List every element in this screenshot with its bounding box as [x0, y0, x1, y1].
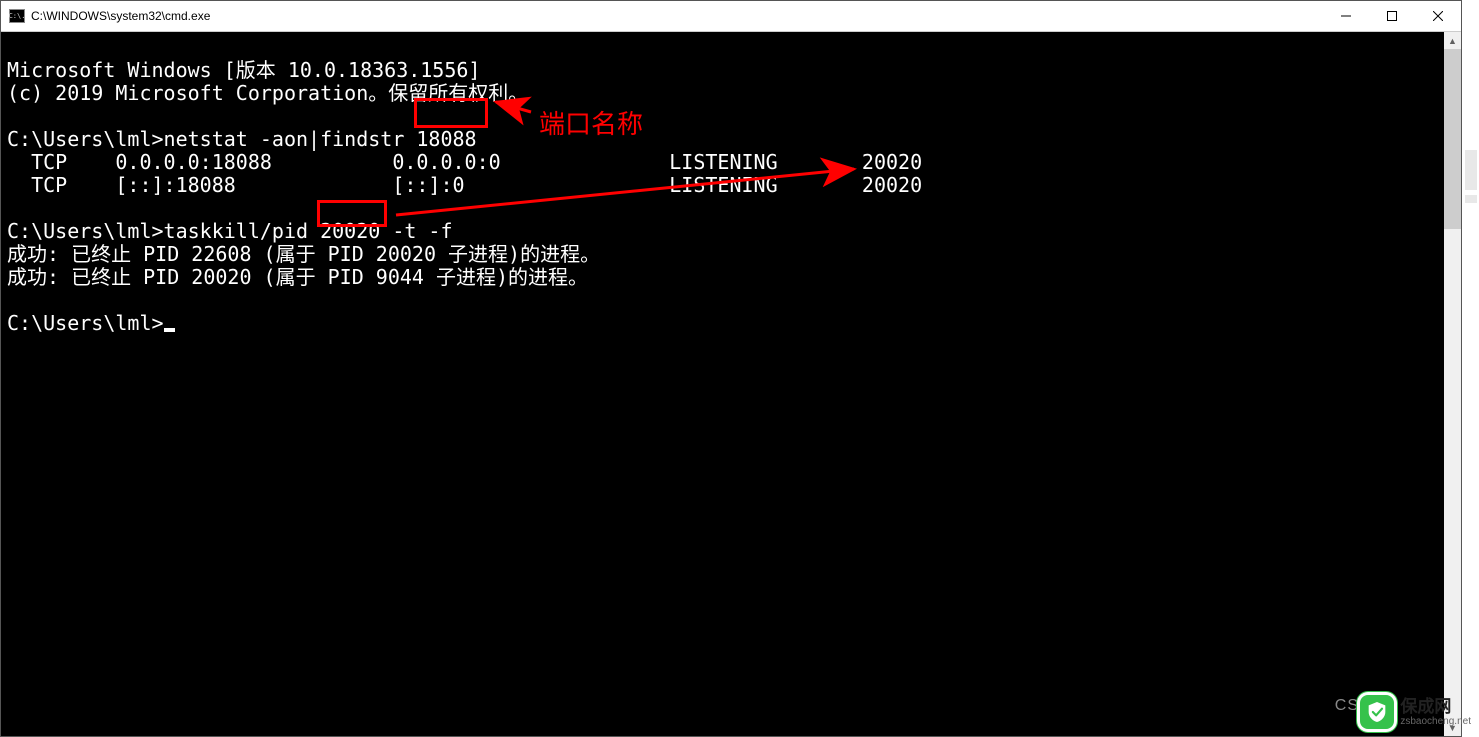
term-line: Microsoft Windows [版本 10.0.18363.1556]	[7, 59, 1438, 82]
scroll-thumb[interactable]	[1444, 49, 1461, 229]
term-line: TCP 0.0.0.0:18088 0.0.0.0:0 LISTENING 20…	[7, 151, 1438, 174]
term-line: (c) 2019 Microsoft Corporation。保留所有权利。	[7, 82, 1438, 105]
maximize-button[interactable]	[1369, 1, 1415, 31]
background-fragment	[1465, 150, 1477, 190]
cmd-window: C:\. C:\WINDOWS\system32\cmd.exe Microso…	[0, 0, 1462, 737]
minimize-button[interactable]	[1323, 1, 1369, 31]
csdn-watermark: CS	[1335, 697, 1359, 715]
scroll-up-button[interactable]: ▲	[1444, 32, 1461, 49]
term-line: TCP [::]:18088 [::]:0 LISTENING 20020	[7, 174, 1438, 197]
close-button[interactable]	[1415, 1, 1461, 31]
term-line: 成功: 已终止 PID 22608 (属于 PID 20020 子进程)的进程。	[7, 243, 1438, 266]
background-fragment	[1465, 195, 1477, 203]
term-line	[7, 105, 1438, 128]
term-line	[7, 197, 1438, 220]
terminal-output[interactable]: Microsoft Windows [版本 10.0.18363.1556](c…	[1, 32, 1444, 736]
watermark-name: 保成网	[1400, 698, 1471, 715]
term-line: C:\Users\lml>taskkill/pid 20020 -t -f	[7, 220, 1438, 243]
term-line: C:\Users\lml>netstat -aon|findstr 18088	[7, 128, 1438, 151]
shield-check-icon	[1360, 695, 1394, 729]
vertical-scrollbar[interactable]: ▲ ▼	[1444, 32, 1461, 736]
watermark-domain: zsbaocheng.net	[1400, 717, 1471, 727]
cursor-icon	[164, 328, 175, 332]
window-title: C:\WINDOWS\system32\cmd.exe	[31, 9, 210, 23]
term-line	[7, 289, 1438, 312]
title-bar[interactable]: C:\. C:\WINDOWS\system32\cmd.exe	[1, 1, 1461, 32]
window-controls	[1323, 1, 1461, 31]
site-watermark: 保成网 zsbaocheng.net	[1360, 695, 1471, 729]
term-prompt: C:\Users\lml>	[7, 312, 1438, 335]
term-line: 成功: 已终止 PID 20020 (属于 PID 9044 子进程)的进程。	[7, 266, 1438, 289]
terminal-area: Microsoft Windows [版本 10.0.18363.1556](c…	[1, 32, 1461, 736]
cmd-icon: C:\.	[9, 9, 25, 23]
